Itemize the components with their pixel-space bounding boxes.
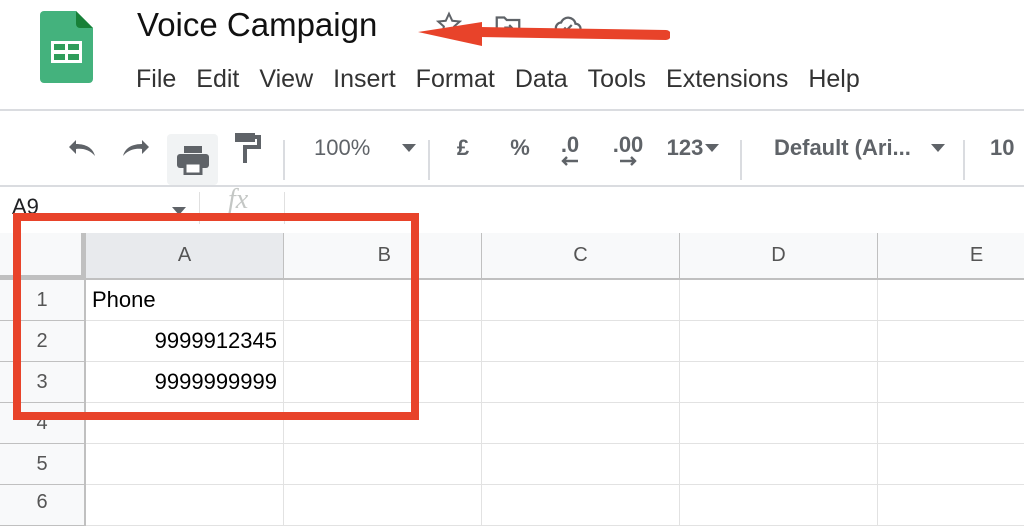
font-name: Default (Ari... [774, 135, 911, 160]
cell-b5[interactable] [284, 444, 482, 485]
print-icon [176, 145, 209, 175]
decrease-decimal-button[interactable]: .0 [550, 120, 590, 176]
cell-c5[interactable] [482, 444, 680, 485]
increase-decimal-button[interactable]: .00 [605, 120, 651, 176]
toolbar: 100% £ % .0 .00 123 Default (Ari... 10 [0, 120, 1024, 185]
cell-d1[interactable] [680, 280, 878, 321]
row-header-6[interactable]: 6 [0, 485, 86, 526]
cell-e6[interactable] [878, 485, 1024, 526]
zoom-value: 100% [314, 135, 371, 160]
cell-e2[interactable] [878, 321, 1024, 362]
undo-icon [69, 140, 95, 156]
cell-d5[interactable] [680, 444, 878, 485]
cell-e1[interactable] [878, 280, 1024, 321]
zoom-select[interactable]: 100% [300, 120, 420, 176]
paint-format-button[interactable] [230, 120, 264, 176]
undo-button[interactable] [62, 120, 102, 176]
percent-format-button[interactable]: % [505, 120, 535, 176]
cell-d4[interactable] [680, 403, 878, 444]
cell-d3[interactable] [680, 362, 878, 403]
redo-button[interactable] [116, 120, 156, 176]
fx-icon: fx [228, 184, 249, 215]
sheets-logo-icon [40, 11, 93, 83]
more-formats-select[interactable]: 123 [660, 120, 726, 176]
menu-file[interactable]: File [126, 62, 186, 96]
arrow-left-icon [561, 156, 578, 166]
cell-e5[interactable] [878, 444, 1024, 485]
menu-edit[interactable]: Edit [186, 62, 249, 96]
redo-icon [123, 140, 149, 156]
toolbar-separator [963, 140, 965, 180]
menu-insert[interactable]: Insert [323, 62, 406, 96]
cell-d2[interactable] [680, 321, 878, 362]
menu-view[interactable]: View [249, 62, 323, 96]
column-header-c[interactable]: C [482, 233, 680, 280]
chevron-down-icon [402, 144, 417, 152]
toolbar-divider [0, 185, 1024, 187]
menubar: File Edit View Insert Format Data Tools … [126, 62, 870, 96]
menu-help[interactable]: Help [798, 62, 869, 96]
menu-format[interactable]: Format [406, 62, 505, 96]
cell-d6[interactable] [680, 485, 878, 526]
google-sheets-logo[interactable] [40, 11, 93, 83]
print-button[interactable] [167, 134, 218, 185]
paint-format-icon [235, 133, 261, 163]
chevron-down-icon [705, 144, 720, 152]
arrow-right-icon [620, 156, 637, 166]
cell-c1[interactable] [482, 280, 680, 321]
column-header-e[interactable]: E [878, 233, 1024, 280]
cell-e3[interactable] [878, 362, 1024, 403]
document-title[interactable]: Voice Campaign [137, 6, 377, 44]
toolbar-separator [428, 140, 430, 180]
cell-c3[interactable] [482, 362, 680, 403]
cell-c2[interactable] [482, 321, 680, 362]
column-header-d[interactable]: D [680, 233, 878, 280]
toolbar-separator [283, 140, 285, 180]
menu-tools[interactable]: Tools [578, 62, 656, 96]
annotation-highlight-box [13, 213, 419, 420]
annotation-arrow [418, 22, 670, 46]
cell-c6[interactable] [482, 485, 680, 526]
chevron-down-icon [930, 144, 945, 152]
row-header-5[interactable]: 5 [0, 444, 86, 485]
cell-b6[interactable] [284, 485, 482, 526]
font-size-input[interactable]: 10 [990, 120, 1024, 176]
cell-a6[interactable] [86, 485, 284, 526]
font-select[interactable]: Default (Ari... [760, 120, 960, 176]
cell-a5[interactable] [86, 444, 284, 485]
toolbar-separator [740, 140, 742, 180]
header-divider [0, 109, 1024, 111]
menu-data[interactable]: Data [505, 62, 578, 96]
cell-e4[interactable] [878, 403, 1024, 444]
cell-c4[interactable] [482, 403, 680, 444]
menu-extensions[interactable]: Extensions [656, 62, 798, 96]
currency-format-button[interactable]: £ [448, 120, 478, 176]
